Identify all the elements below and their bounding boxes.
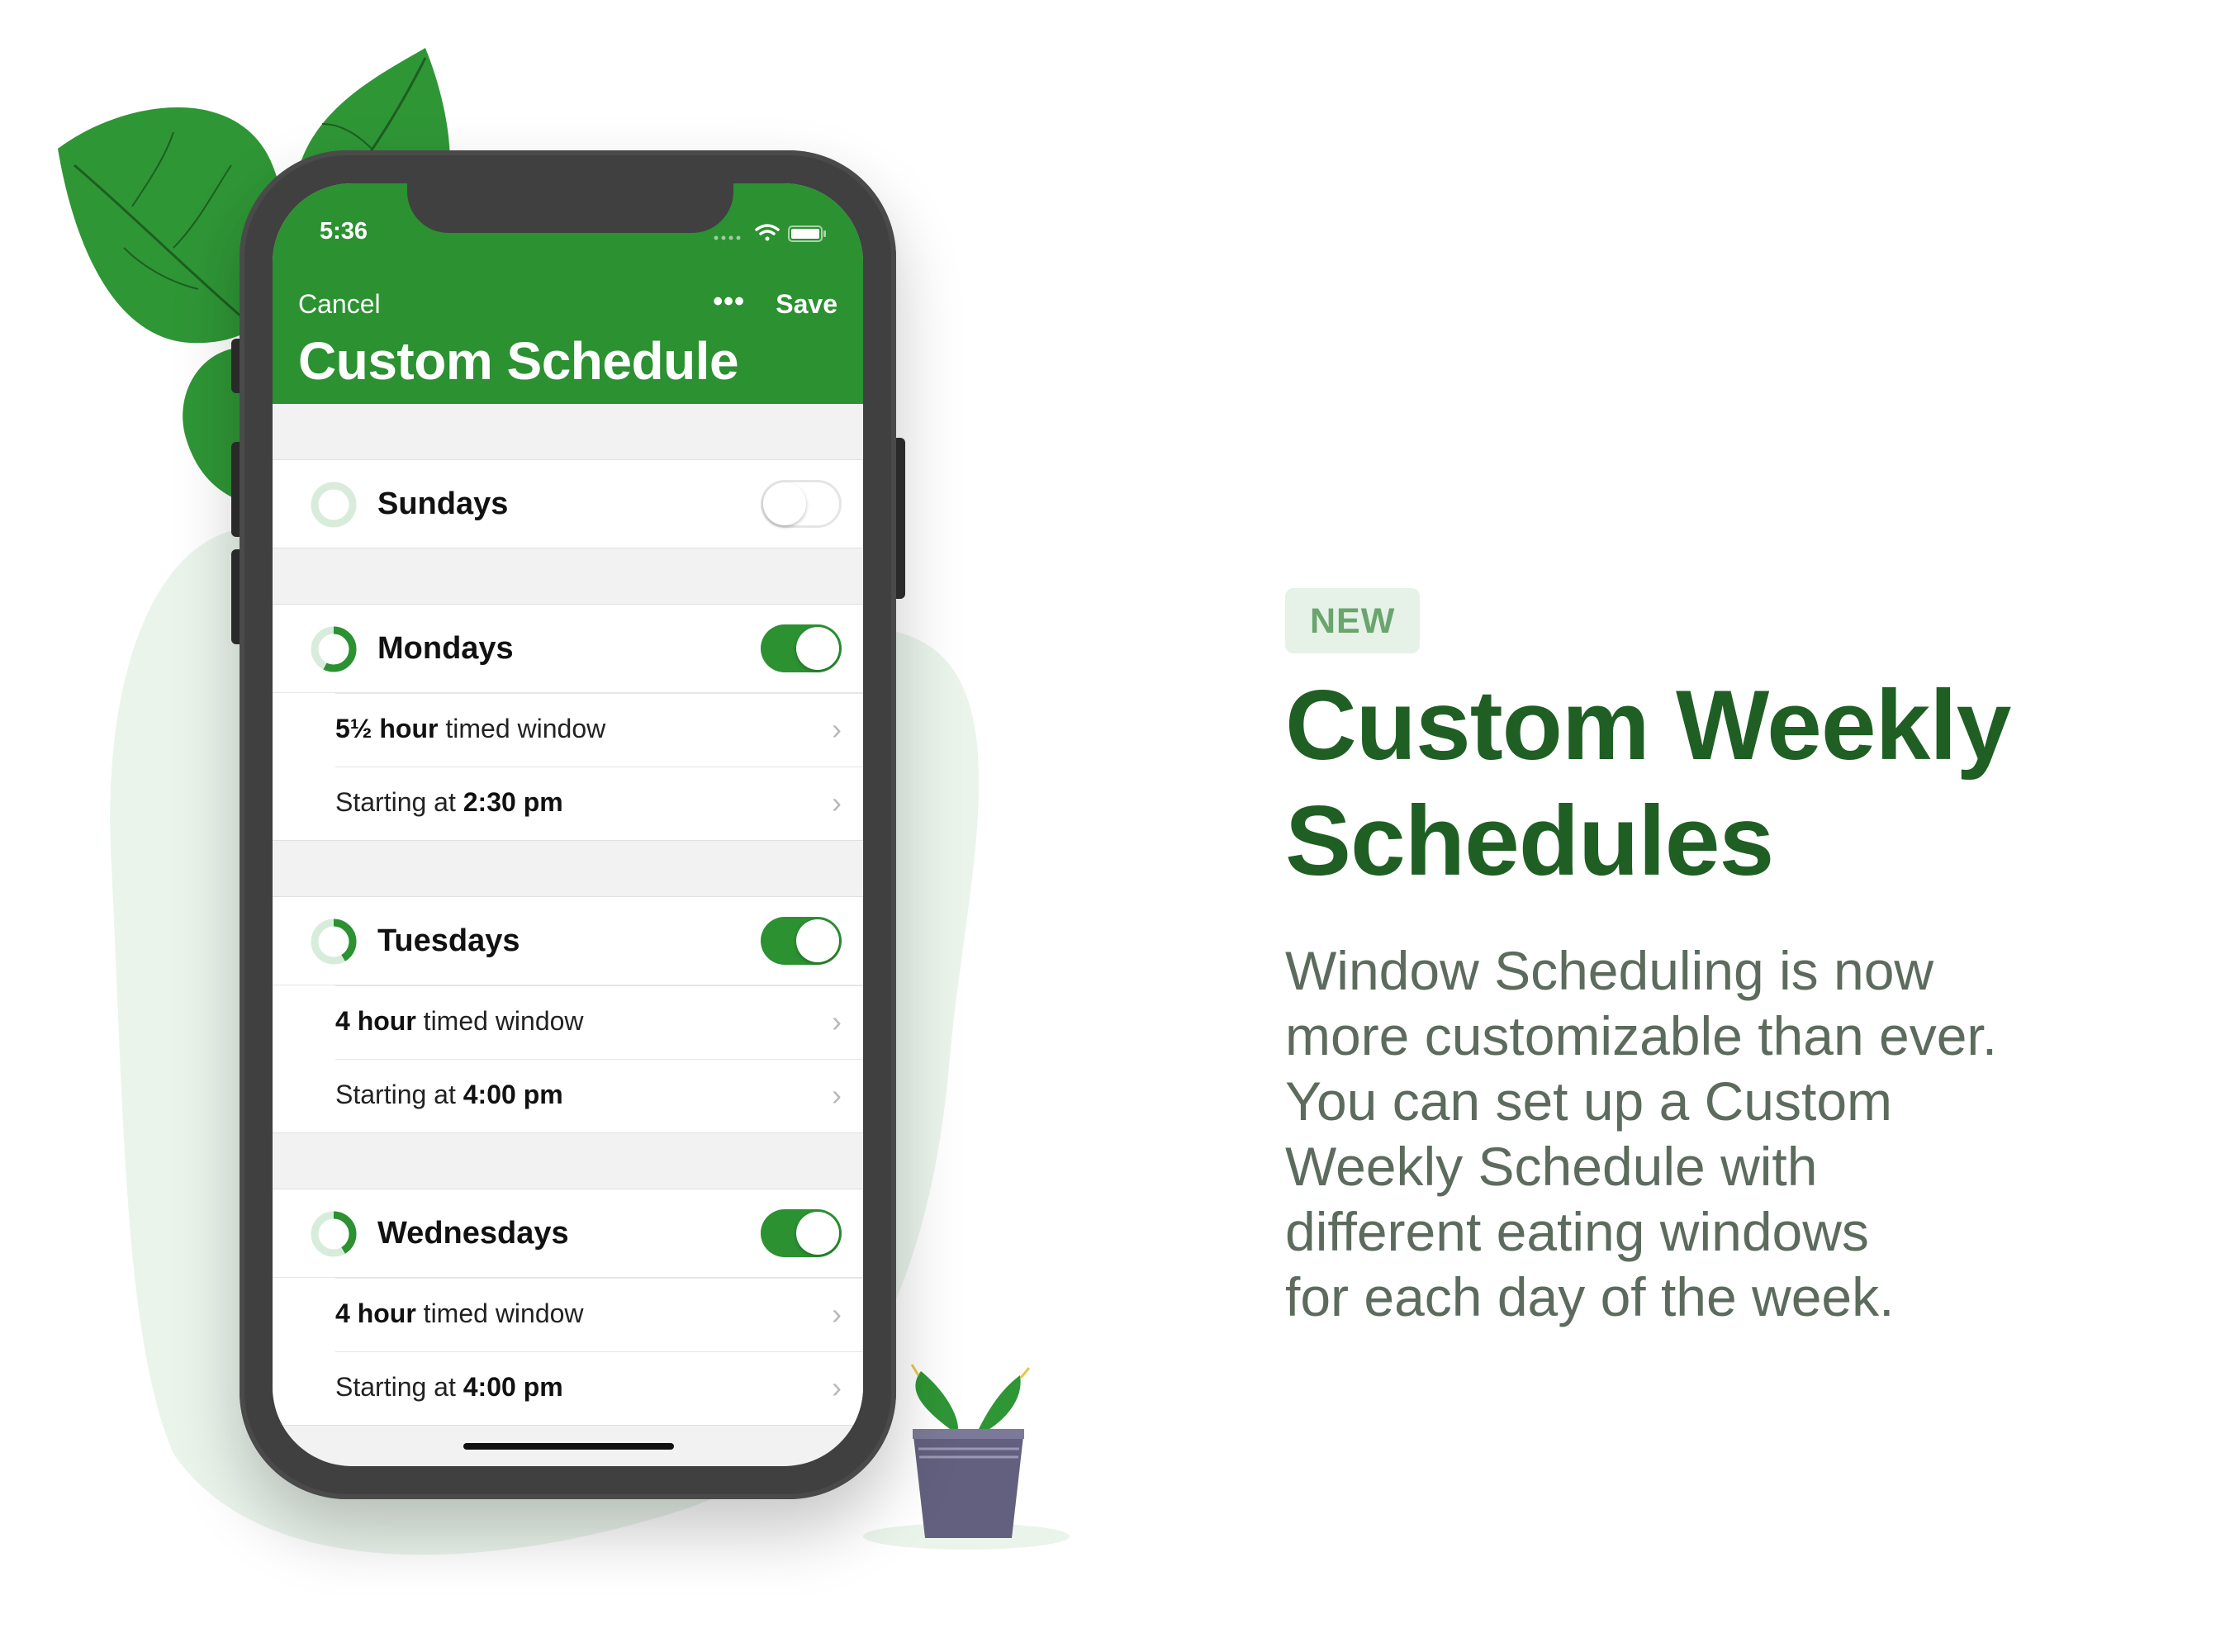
start-time-row[interactable]: Starting at 2:30 pm › — [335, 767, 863, 840]
day-section-wednesdays: Wednesdays 4 hour timed window › Startin… — [273, 1189, 863, 1426]
phone-mockup: 5:36 Cancel ••• Save Custom Schedule Sun… — [240, 150, 896, 1499]
chevron-right-icon: › — [832, 1370, 842, 1404]
battery-icon — [788, 225, 826, 242]
potted-plant-icon — [910, 1364, 1031, 1538]
save-button[interactable]: Save — [776, 289, 837, 320]
start-time-row[interactable]: Starting at 4:00 pm › — [335, 1351, 863, 1425]
day-row: Sundays — [273, 460, 863, 548]
toggle-knob — [796, 919, 839, 962]
home-indicator[interactable] — [463, 1443, 674, 1450]
headline-line: Schedules — [1285, 786, 1774, 896]
day-label: Sundays — [377, 487, 509, 521]
day-toggle-mondays[interactable] — [761, 624, 842, 672]
chevron-right-icon: › — [832, 712, 842, 746]
window-duration-row[interactable]: 5½ hour timed window › — [335, 693, 863, 767]
progress-ring-icon — [311, 919, 357, 965]
chevron-right-icon: › — [832, 1297, 842, 1331]
toggle-knob — [796, 627, 839, 670]
day-toggle-tuesdays[interactable] — [761, 917, 842, 965]
new-badge: NEW — [1285, 588, 1421, 653]
chevron-right-icon: › — [832, 786, 842, 819]
progress-ring-icon — [311, 482, 357, 528]
day-label: Tuesdays — [377, 923, 520, 958]
phone-screen: 5:36 Cancel ••• Save Custom Schedule Sun… — [273, 183, 863, 1466]
progress-ring-icon — [311, 626, 357, 672]
window-duration-text: 4 hour timed window — [335, 1006, 584, 1036]
day-section-mondays: Mondays 5½ hour timed window › Starting … — [273, 604, 863, 841]
window-duration-row[interactable]: 4 hour timed window › — [335, 1278, 863, 1351]
status-icons — [714, 224, 826, 242]
start-time-row[interactable]: Starting at 4:00 pm › — [335, 1059, 863, 1132]
chevron-right-icon: › — [832, 1078, 842, 1112]
day-row: Tuesdays — [273, 897, 863, 985]
cellular-icon — [714, 235, 741, 240]
day-section-sundays: Sundays — [273, 459, 863, 548]
progress-ring-icon — [311, 1211, 357, 1257]
status-time: 5:36 — [320, 218, 368, 244]
cancel-button[interactable]: Cancel — [298, 289, 381, 320]
day-label: Wednesdays — [377, 1216, 569, 1251]
chevron-right-icon: › — [832, 1004, 842, 1038]
headline-line: Custom Weekly — [1285, 670, 2011, 781]
day-section-tuesdays: Tuesdays 4 hour timed window › Starting … — [273, 896, 863, 1133]
day-row: Wednesdays — [273, 1189, 863, 1278]
window-duration-row[interactable]: 4 hour timed window › — [335, 985, 863, 1059]
window-duration-text: 5½ hour timed window — [335, 714, 606, 743]
window-duration-text: 4 hour timed window — [335, 1298, 584, 1328]
day-label: Mondays — [377, 631, 514, 666]
promo-headline: Custom Weekly Schedules — [1285, 667, 2111, 899]
page-title: Custom Schedule — [298, 331, 739, 391]
start-time-text: Starting at 4:00 pm — [335, 1372, 563, 1402]
phone-notch — [407, 183, 733, 233]
toggle-knob — [763, 482, 806, 525]
toggle-knob — [796, 1212, 839, 1255]
wifi-icon — [755, 224, 780, 241]
promo-description: Window Scheduling is now more customizab… — [1285, 940, 1998, 1327]
start-time-text: Starting at 4:00 pm — [335, 1080, 563, 1109]
more-options-button[interactable]: ••• — [713, 286, 745, 318]
day-toggle-wednesdays[interactable] — [761, 1209, 842, 1257]
day-row: Mondays — [273, 605, 863, 693]
day-toggle-sundays[interactable] — [761, 480, 842, 528]
schedule-list: Sundays Mondays 5½ hour timed window › S… — [273, 404, 863, 1426]
start-time-text: Starting at 2:30 pm — [335, 787, 563, 817]
